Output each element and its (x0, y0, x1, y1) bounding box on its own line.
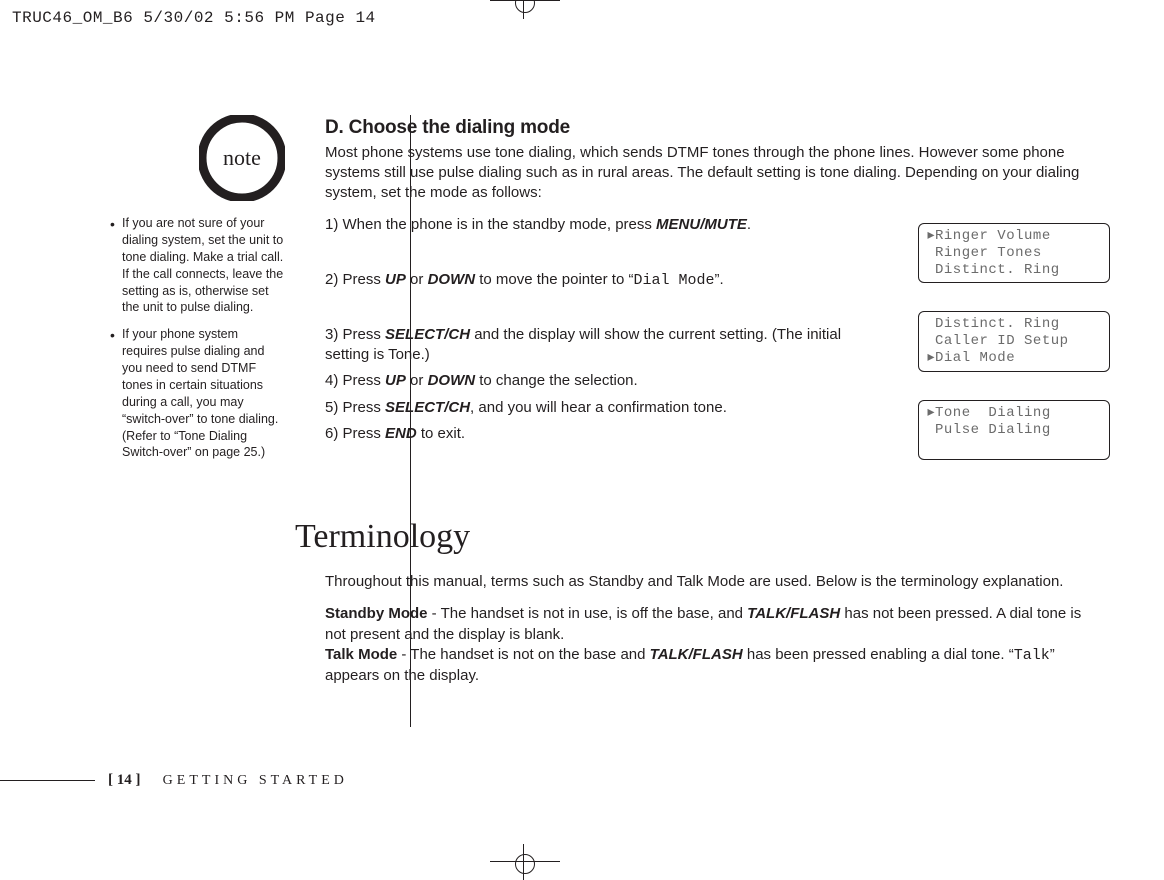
prepress-slug: TRUC46_OM_B6 5/30/02 5:56 PM Page 14 (12, 8, 376, 30)
footer-section-label: GETTING STARTED (163, 773, 348, 788)
step-text: to change the selection. (475, 372, 638, 389)
terminology-definitions: Standby Mode - The handset is not in use… (325, 604, 1105, 686)
trim-mark-left (0, 780, 95, 781)
keyword-end: END (385, 425, 417, 442)
term-standby-label: Standby Mode (325, 605, 428, 622)
step-text: When the phone is in the standby mode, p… (343, 216, 657, 233)
step-text: . (747, 216, 751, 233)
main-column: D. Choose the dialing mode Most phone sy… (325, 115, 1105, 686)
lcd-line: Caller ID Setup (935, 333, 1069, 349)
lcd-column: ▸Ringer Volume Ringer Tones Distinct. Ri… (918, 223, 1110, 488)
lcd-line: Ringer Volume (935, 228, 1051, 244)
pointer-icon (925, 422, 935, 439)
lcd-line: Dial Mode (935, 350, 1015, 366)
step-5: 5) Press SELECT/CH, and you will hear a … (325, 398, 855, 418)
note-item: If you are not sure of your dialing syst… (110, 215, 285, 316)
pointer-icon (925, 438, 935, 455)
step-text: , and you will hear a confirmation tone. (470, 399, 727, 416)
keyword-talk-flash: TALK/FLASH (747, 605, 840, 622)
step-number: 2) (325, 271, 338, 288)
lcd-line: Ringer Tones (935, 245, 1042, 261)
step-text: ”. (715, 271, 724, 288)
lcd-screen-1: ▸Ringer Volume Ringer Tones Distinct. Ri… (918, 223, 1110, 283)
registration-mark-top (490, 0, 560, 1)
step-3: 3) Press SELECT/CH and the display will … (325, 325, 855, 366)
step-number: 6) (325, 425, 338, 442)
step-6: 6) Press END to exit. (325, 424, 855, 444)
step-4: 4) Press UP or DOWN to change the select… (325, 371, 855, 391)
terminology-intro: Throughout this manual, terms such as St… (325, 572, 1105, 592)
step-2: 2) Press UP or DOWN to move the pointer … (325, 270, 855, 291)
pointer-icon (925, 262, 935, 279)
keyword-up: UP (385, 372, 406, 389)
lcd-text-inline: Dial Mode (633, 272, 714, 289)
page-footer: [ 14 ] GETTING STARTED (108, 770, 348, 791)
step-text: Press (343, 425, 386, 442)
lcd-screen-2: Distinct. Ring Caller ID Setup ▸Dial Mod… (918, 311, 1110, 371)
step-number: 3) (325, 326, 338, 343)
keyword-talk-flash: TALK/FLASH (650, 646, 743, 663)
lcd-line: Distinct. Ring (935, 316, 1060, 332)
note-list: If you are not sure of your dialing syst… (110, 215, 285, 461)
pointer-icon (925, 245, 935, 262)
step-number: 1) (325, 216, 338, 233)
lcd-line: Pulse Dialing (935, 422, 1051, 438)
lcd-line: Distinct. Ring (935, 262, 1060, 278)
page-body: note If you are not sure of your dialing… (110, 115, 1110, 698)
step-1: 1) When the phone is in the standby mode… (325, 215, 855, 235)
lcd-text-inline: Talk (1014, 647, 1050, 664)
terminology-heading: Terminology (295, 514, 1105, 560)
step-text: Press (343, 326, 386, 343)
term-text: - The handset is not on the base and (397, 646, 649, 663)
keyword-up: UP (385, 271, 406, 288)
step-text: Press (343, 372, 386, 389)
keyword-down: DOWN (428, 372, 476, 389)
term-text: - The handset is not in use, is off the … (428, 605, 748, 622)
pointer-icon (925, 316, 935, 333)
keyword-down: DOWN (428, 271, 476, 288)
step-text: to exit. (417, 425, 465, 442)
step-number: 4) (325, 372, 338, 389)
step-number: 5) (325, 399, 338, 416)
step-text: Press (343, 271, 386, 288)
pointer-icon: ▸ (925, 350, 935, 367)
step-text: Press (343, 399, 386, 416)
pointer-icon (925, 333, 935, 350)
lcd-screen-3: ▸Tone Dialing Pulse Dialing (918, 400, 1110, 460)
note-icon: note (199, 115, 285, 201)
step-text: to move the pointer to “ (475, 271, 633, 288)
sidebar-note-column: note If you are not sure of your dialing… (110, 115, 285, 471)
column-divider (410, 115, 411, 727)
section-d-intro: Most phone systems use tone dialing, whi… (325, 143, 1105, 204)
note-item: If your phone system requires pulse dial… (110, 326, 285, 461)
section-d-title: D. Choose the dialing mode (325, 115, 1105, 141)
pointer-icon: ▸ (925, 405, 935, 422)
lcd-line: Tone Dialing (935, 405, 1051, 421)
keyword-select-ch: SELECT/CH (385, 399, 470, 416)
term-talk-label: Talk Mode (325, 646, 397, 663)
page-number: [ 14 ] (108, 772, 141, 788)
term-text: has been pressed enabling a dial tone. “ (743, 646, 1014, 663)
svg-text:note: note (223, 145, 261, 170)
keyword-menu-mute: MENU/MUTE (656, 216, 747, 233)
pointer-icon: ▸ (925, 228, 935, 245)
keyword-select-ch: SELECT/CH (385, 326, 470, 343)
